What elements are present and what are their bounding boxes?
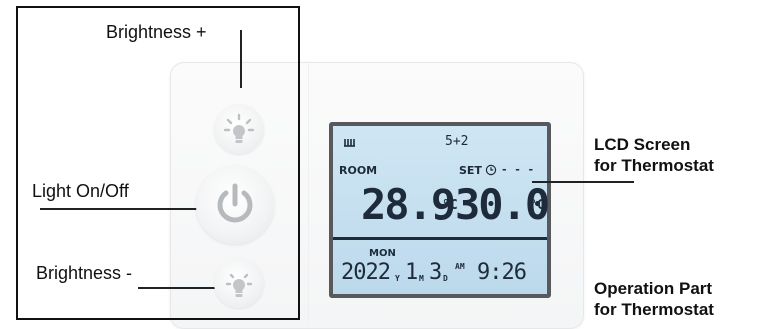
lamp-bright-icon xyxy=(223,113,255,143)
lcd-screen-label-line1: LCD Screen xyxy=(594,135,691,154)
room-temperature: 28.9 xyxy=(361,180,456,229)
am-pm-indicator: AM xyxy=(455,262,465,271)
date-value: 3 xyxy=(429,260,443,285)
month-suffix: M xyxy=(419,274,424,283)
day-of-week: MON xyxy=(369,248,396,259)
month-value: 1 xyxy=(405,260,419,285)
year-suffix: Y xyxy=(395,274,400,283)
set-label: SET xyxy=(459,164,482,177)
brightness-minus-leader xyxy=(138,287,224,289)
lamp-dim-icon xyxy=(225,273,253,297)
lcd-screen-leader xyxy=(532,181,634,183)
brightness-plus-label: Brightness + xyxy=(106,22,207,42)
date-suffix: D xyxy=(443,274,448,283)
clock-time: 9:26 xyxy=(477,260,527,285)
brightness-plus-leader xyxy=(240,30,242,88)
operation-part-label-line1: Operation Part xyxy=(594,279,713,298)
brightness-plus-button[interactable] xyxy=(214,104,264,154)
year-value: 2022 xyxy=(341,260,391,285)
brightness-minus-label: Brightness - xyxy=(36,263,133,283)
set-temperature-unit: °C xyxy=(529,198,545,213)
program-mode: 5+2 xyxy=(445,134,469,149)
operation-part-label-line2: for Thermostat xyxy=(594,300,714,319)
room-label: ROOM xyxy=(339,164,378,177)
clock-icon xyxy=(485,164,497,176)
light-on-off-button[interactable] xyxy=(196,166,274,244)
lcd-screen-label-line2: for Thermostat xyxy=(594,156,714,175)
lcd-screen: 5+2 ROOM SET - - - 28.9 °C 30.0 °C MON 2… xyxy=(329,122,551,298)
power-icon xyxy=(217,183,253,223)
heating-icon xyxy=(344,139,355,147)
set-indicator: - - - xyxy=(501,163,535,176)
panel-divider xyxy=(308,62,309,323)
brightness-minus-button[interactable] xyxy=(214,258,264,308)
light-on-off-label: Light On/Off xyxy=(32,181,129,201)
lcd-divider xyxy=(333,237,547,240)
